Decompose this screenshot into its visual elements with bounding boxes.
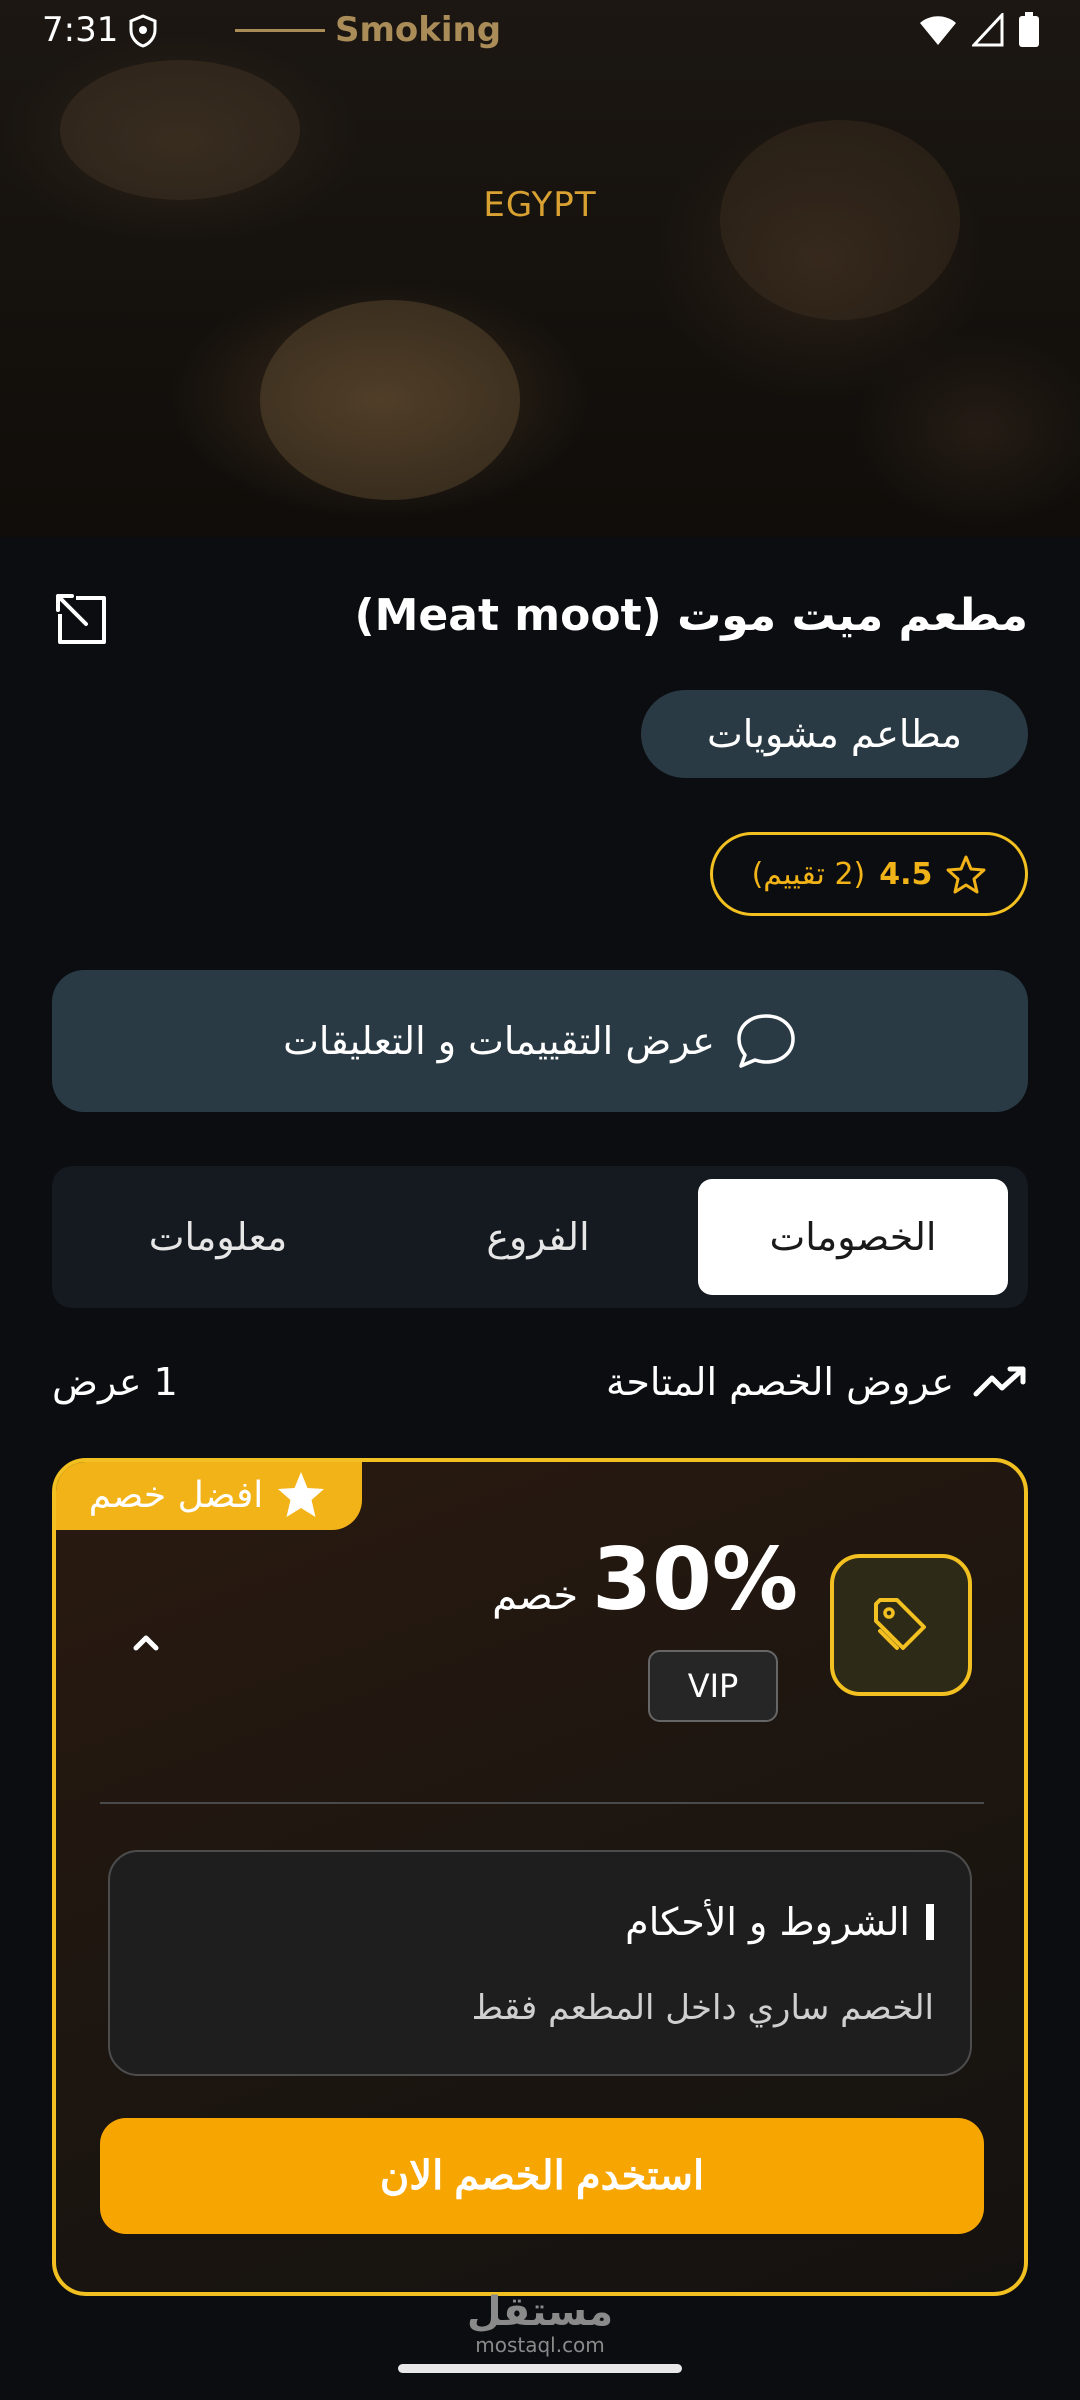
offers-heading: عروض الخصم المتاحة (605, 1360, 954, 1404)
open-external-icon[interactable] (52, 590, 112, 650)
terms-title: الشروط و الأحكام (625, 1900, 910, 1944)
trending-up-icon (973, 1366, 1026, 1397)
status-bar: 7:31 (0, 0, 1080, 62)
rating-score: 4.5 (879, 856, 933, 892)
title-row: مطعم ميت موت (Meat moot) (52, 590, 1028, 660)
hero-bowl (260, 300, 520, 500)
rating-count: (2 تقييم) (751, 856, 866, 892)
card-divider (100, 1802, 984, 1804)
offers-count: 1 عرض (52, 1360, 178, 1404)
reviews-button-label: عرض التقييمات و التعليقات (283, 1019, 715, 1063)
terms-body: الخصم ساري داخل المطعم فقط (471, 1988, 934, 2028)
restaurant-name: مطعم ميت موت (Meat moot) (354, 590, 1028, 641)
category-chip: مطاعم مشويات (641, 690, 1028, 778)
tab-discounts[interactable]: الخصومات (698, 1179, 1008, 1295)
use-discount-button[interactable]: استخدم الخصم الان (100, 2118, 984, 2234)
star-filled-icon (278, 1472, 325, 1517)
home-indicator[interactable] (398, 2364, 682, 2373)
chevron-up-icon[interactable] (116, 1612, 176, 1672)
best-discount-badge: افضل خصم (56, 1462, 362, 1530)
discount-percent: 30% (592, 1530, 798, 1630)
tab-info[interactable]: معلومات (58, 1179, 378, 1295)
tag-icon-box (830, 1554, 972, 1696)
chat-bubble-icon (737, 1014, 795, 1068)
tab-bar: الخصومات الفروع معلومات (52, 1166, 1028, 1308)
status-time: 7:31 (42, 10, 119, 50)
rating-chip[interactable]: 4.5 (2 تقييم) (710, 832, 1028, 916)
tag-icon (874, 1598, 926, 1650)
shield-icon (129, 14, 157, 48)
hero-image: Smoking EGYPT (0, 0, 1080, 537)
vip-badge: VIP (648, 1650, 778, 1722)
battery-icon (1019, 12, 1039, 47)
discount-amount: 30% خصم (492, 1530, 798, 1630)
watermark-latin: mostaql.com (475, 2333, 605, 2357)
tab-branches[interactable]: الفروع (378, 1179, 698, 1295)
wifi-icon (920, 16, 956, 45)
offers-header: عروض الخصم المتاحة 1 عرض (52, 1360, 1028, 1420)
terms-box: الشروط و الأحكام الخصم ساري داخل المطعم … (108, 1850, 972, 2076)
reviews-button[interactable]: عرض التقييمات و التعليقات (52, 970, 1028, 1112)
best-discount-label: افضل خصم (88, 1474, 264, 1516)
watermark-arabic: مستقل (466, 2289, 614, 2335)
hero-dish (60, 60, 300, 200)
watermark: مستقل mostaql.com (0, 2290, 1080, 2356)
signal-icon (972, 13, 1004, 47)
offer-card: افضل خصم 30% خصم VIP الشروط و الأحكام ال… (52, 1458, 1028, 2296)
star-icon (946, 855, 986, 894)
discount-word: خصم (492, 1573, 579, 1619)
terms-marker (926, 1904, 934, 1940)
hero-country: EGYPT (483, 185, 597, 225)
